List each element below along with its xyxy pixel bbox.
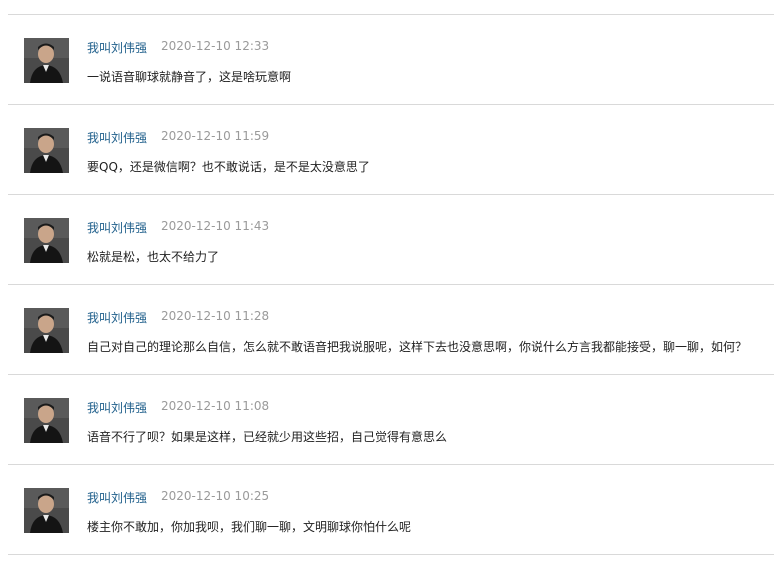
comment-text: 松就是松，也太不给力了 [87,250,220,264]
comment-timestamp: 2020-12-10 11:59 [161,129,270,143]
user-avatar-icon[interactable] [24,308,69,353]
username-link[interactable]: 我叫刘伟强 [87,219,147,236]
user-avatar-icon[interactable] [24,128,69,173]
username-link[interactable]: 我叫刘伟强 [87,399,147,416]
comment-item: 我叫刘伟强 2020-12-10 11:43 松就是松，也太不给力了 [8,195,774,285]
comment-item: 我叫刘伟强 2020-12-10 11:08 语音不行了呗？如果是这样，已经就少… [8,375,774,465]
username-link[interactable]: 我叫刘伟强 [87,489,147,506]
comment-timestamp: 2020-12-10 11:08 [161,399,270,413]
comment-timestamp: 2020-12-10 10:25 [161,489,270,503]
comment-timestamp: 2020-12-10 11:28 [161,309,270,323]
comment-timestamp: 2020-12-10 11:43 [161,219,270,233]
username-link[interactable]: 我叫刘伟强 [87,129,147,146]
comment-text: 语音不行了呗？如果是这样，已经就少用这些招，自己觉得有意思么 [87,430,448,444]
user-avatar-icon[interactable] [24,398,69,443]
username-link[interactable]: 我叫刘伟强 [87,309,147,326]
user-avatar-icon[interactable] [24,488,69,533]
user-avatar-icon[interactable] [24,218,69,263]
comment-item: 我叫刘伟强 2020-12-10 12:33 一说语音聊球就静音了，这是啥玩意啊 [8,15,774,105]
username-link[interactable]: 我叫刘伟强 [87,39,147,56]
comment-item: 我叫刘伟强 2020-12-10 11:28 自己对自己的理论那么自信，怎么就不… [8,285,774,375]
comment-text: 一说语音聊球就静音了，这是啥玩意啊 [87,70,292,84]
comment-text: 要QQ，还是微信啊？也不敢说话，是不是太没意思了 [87,160,370,174]
comment-item: 我叫刘伟强 2020-12-10 11:59 要QQ，还是微信啊？也不敢说话，是… [8,105,774,195]
comment-text: 楼主你不敢加，你加我呗，我们聊一聊，文明聊球你怕什么呢 [87,520,412,534]
user-avatar-icon[interactable] [24,38,69,83]
comment-list: 我叫刘伟强 2020-12-10 12:33 一说语音聊球就静音了，这是啥玩意啊… [8,14,774,555]
comment-timestamp: 2020-12-10 12:33 [161,39,270,53]
comment-text: 自己对自己的理论那么自信，怎么就不敢语音把我说服呢，这样下去也没意思啊，你说什么… [87,340,748,354]
comment-item: 我叫刘伟强 2020-12-10 10:25 楼主你不敢加，你加我呗，我们聊一聊… [8,465,774,555]
